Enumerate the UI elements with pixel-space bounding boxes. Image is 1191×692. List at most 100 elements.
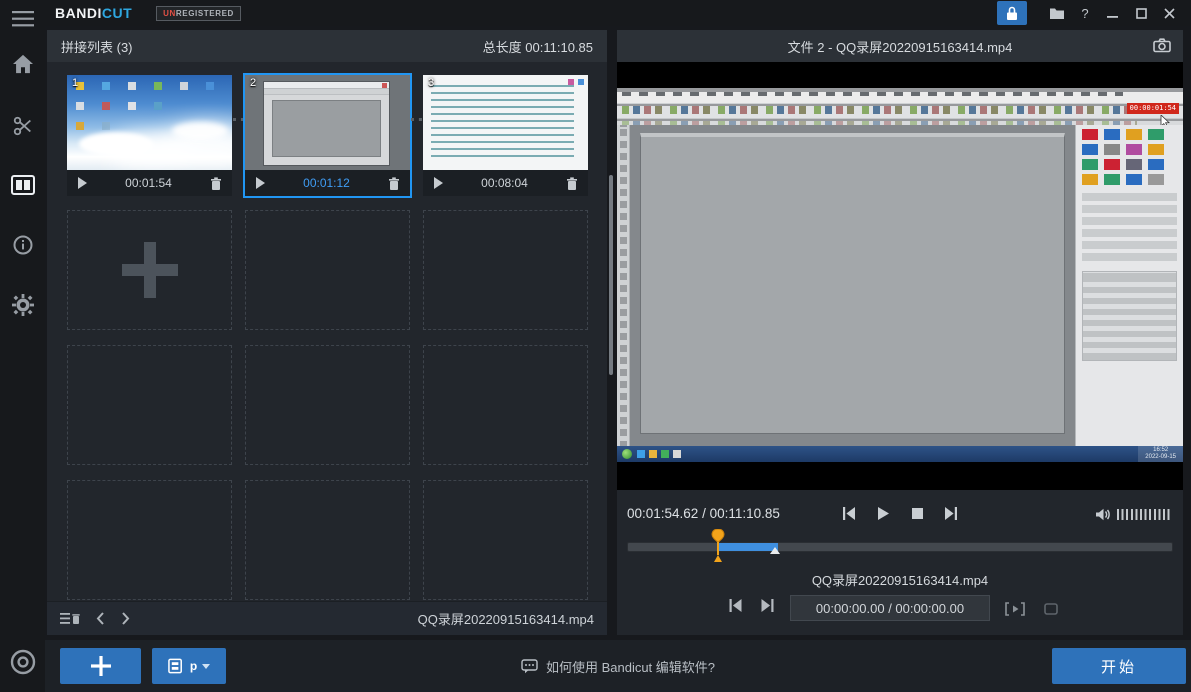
segment-start-set-button[interactable] (728, 599, 743, 612)
settings-gear-icon[interactable] (0, 291, 45, 319)
clip-index-badge: 2 (250, 77, 256, 89)
to-start-icon (728, 599, 743, 612)
clear-list-icon (60, 612, 80, 626)
thumbnail-art (264, 82, 389, 89)
video-content-window (640, 133, 1065, 434)
start-button[interactable]: 开始 (1052, 648, 1186, 684)
clip-delete-button[interactable] (388, 177, 400, 190)
prev-page-button[interactable] (96, 612, 105, 625)
clip-info-bar: 00:08:04 (423, 170, 588, 196)
bottom-bar: 如何使用 Bandicut 编辑软件? p 开始 (45, 640, 1191, 692)
fake-icons (1082, 159, 1177, 170)
clip-item-3[interactable]: 3 00:08:04 (423, 75, 588, 196)
recording-timer-overlay: 00:00:01:54 (1127, 103, 1179, 114)
total-length-label: 总长度 00:11:10.85 (483, 37, 593, 56)
fake-icons (1082, 129, 1177, 140)
fake-icons (622, 106, 1137, 114)
speaker-icon (1095, 508, 1111, 521)
seek-bar[interactable] (627, 542, 1173, 552)
skip-to-start-button[interactable] (839, 504, 859, 522)
clip-delete-button[interactable] (210, 177, 222, 190)
thumbnail-art (264, 89, 389, 95)
chevron-down-icon (202, 664, 210, 669)
fake-list (1082, 271, 1177, 361)
empty-clip-slot (423, 210, 588, 330)
close-button[interactable] (1155, 0, 1183, 26)
clip-play-button[interactable] (255, 177, 265, 189)
splice-list-scrollbar[interactable] (609, 175, 613, 375)
minimize-button[interactable] (1099, 0, 1127, 26)
help-button[interactable]: ? (1071, 0, 1099, 26)
volume-control[interactable] (1095, 508, 1171, 521)
segment-end-set-button[interactable] (760, 599, 775, 612)
clip-duration: 00:08:04 (443, 176, 566, 190)
cut-mode-icon[interactable] (0, 112, 45, 140)
thumbnail-art (263, 81, 390, 166)
logo-primary: BANDI (55, 5, 102, 21)
clip-play-button[interactable] (433, 177, 443, 189)
sidebar (0, 0, 45, 692)
preview-panel: 文件 2 - QQ录屏20220915163414.mp4 00:00:01:5… (617, 30, 1183, 635)
play-segment-button[interactable] (1001, 597, 1029, 620)
lock-icon (1006, 6, 1018, 21)
window-controls: ? (997, 0, 1191, 26)
video-viewport[interactable]: 00:00:01:54 (617, 62, 1183, 490)
video-content-toolbar (617, 106, 1183, 119)
splice-list-title: 拼接列表 (3) (61, 37, 133, 56)
plus-icon (122, 242, 178, 298)
logo-accent: CUT (102, 5, 132, 21)
next-page-button[interactable] (121, 612, 130, 625)
snapshot-button[interactable] (1153, 38, 1171, 53)
segment-option-button[interactable] (1037, 597, 1065, 620)
open-folder-button[interactable] (1043, 0, 1071, 26)
add-file-button[interactable] (60, 648, 141, 684)
skip-to-end-button[interactable] (941, 504, 961, 522)
play-button[interactable] (873, 504, 893, 522)
output-format-button[interactable]: p (152, 648, 226, 684)
clip-thumbnail-1[interactable]: 1 (67, 75, 232, 170)
clip-duration: 00:01:12 (265, 176, 388, 190)
plus-icon (91, 656, 111, 676)
video-content-menubar (617, 92, 1183, 104)
segment-end-marker[interactable] (770, 547, 780, 554)
close-icon (1164, 8, 1175, 19)
empty-clip-slot (245, 210, 410, 330)
start-button-label: 开始 (1101, 656, 1137, 677)
preview-title: 文件 2 - QQ录屏20220915163414.mp4 (788, 37, 1013, 56)
fake-icons (1082, 144, 1177, 155)
clip-thumbnail-2[interactable]: 2 (245, 75, 410, 170)
maximize-button[interactable] (1127, 0, 1155, 26)
clip-item-2-selected[interactable]: 2 00:01:12 (245, 75, 410, 196)
info-icon[interactable] (0, 231, 45, 259)
segment-time-display[interactable]: 00:00:00.00 / 00:00:00.00 (790, 595, 990, 621)
record-button[interactable] (0, 648, 45, 676)
clip-play-button[interactable] (77, 177, 87, 189)
transport-controls (839, 504, 961, 522)
help-glyph: ? (1081, 6, 1088, 21)
clear-list-button[interactable] (60, 612, 80, 626)
clip-delete-button[interactable] (566, 177, 578, 190)
add-clip-slot[interactable] (67, 210, 232, 330)
video-content-canvas (630, 125, 1075, 446)
clip-item-1[interactable]: 1 00:01:54 (67, 75, 232, 196)
hamburger-menu-icon[interactable] (0, 5, 45, 33)
stop-button[interactable] (907, 504, 927, 522)
segment-box-icon (1043, 602, 1059, 616)
video-content-taskbar: 16:52 2022-09-15 (617, 446, 1183, 462)
help-link-text: 如何使用 Bandicut 编辑软件? (546, 657, 715, 676)
join-mode-icon[interactable] (0, 171, 45, 199)
preview-header: 文件 2 - QQ录屏20220915163414.mp4 (617, 30, 1183, 62)
clip-connector (233, 118, 244, 121)
home-icon[interactable] (0, 50, 45, 78)
playhead-marker[interactable] (711, 529, 725, 563)
playback-time-display: 00:01:54.62 / 00:11:10.85 (627, 506, 780, 521)
volume-level-bars[interactable] (1117, 509, 1171, 520)
bandicut-logo: BANDICUT (55, 5, 132, 21)
fake-start-orb (622, 449, 632, 459)
thumbnail-art (431, 85, 574, 162)
clip-thumbnail-3[interactable]: 3 (423, 75, 588, 170)
license-lock-button[interactable] (997, 1, 1027, 25)
tray-date: 2022-09-15 (1145, 454, 1176, 461)
chat-bubble-icon (521, 659, 538, 674)
bracket-play-icon (1005, 602, 1025, 616)
